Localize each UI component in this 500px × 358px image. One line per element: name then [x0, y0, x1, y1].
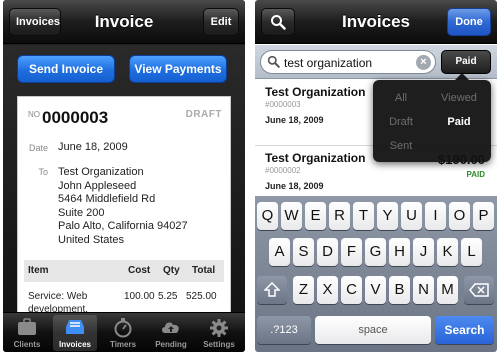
address-line: United States: [58, 233, 125, 246]
key-p[interactable]: P: [473, 202, 494, 230]
key-f[interactable]: F: [341, 238, 362, 266]
nav-bar: Invoices Invoice Edit: [3, 0, 245, 44]
column-header-cost: Cost: [128, 265, 151, 276]
items-table-header: Item Cost Qty Total: [24, 260, 224, 282]
filter-option-viewed[interactable]: Viewed: [431, 92, 487, 104]
status-badge: PAID: [466, 170, 485, 179]
invoice-number: #0000003: [265, 100, 301, 109]
to-label: To: [38, 167, 48, 177]
key-h[interactable]: H: [389, 238, 410, 266]
cloud-upload-icon: [162, 322, 179, 333]
key-j[interactable]: J: [413, 238, 434, 266]
invoice-number: 0000003: [42, 108, 109, 127]
invoice-date: June 18, 2009: [265, 115, 324, 125]
tab-settings[interactable]: Settings: [197, 315, 241, 351]
tab-clients[interactable]: Clients: [5, 315, 49, 351]
tab-label: Invoices: [58, 340, 91, 349]
tab-bar: Clients Invoices Timers Pending Settings: [3, 312, 245, 352]
search-query: test organization: [284, 56, 373, 70]
filter-option-draft[interactable]: Draft: [373, 116, 429, 128]
invoice-date: June 18, 2009: [265, 181, 324, 191]
to-address: Test Organization John Appleseed 5464 Mi…: [58, 166, 188, 247]
key-i[interactable]: I: [425, 202, 446, 230]
key-s[interactable]: S: [293, 238, 314, 266]
delete-key[interactable]: [464, 276, 494, 304]
done-button[interactable]: Done: [447, 8, 491, 36]
numbers-key[interactable]: .?123: [257, 316, 311, 344]
item-qty: 5.25: [158, 291, 178, 302]
shift-key[interactable]: [257, 276, 287, 304]
key-b[interactable]: B: [389, 276, 410, 304]
tab-label: Clients: [13, 340, 41, 349]
status-filter-button[interactable]: Paid: [441, 50, 491, 74]
key-n[interactable]: N: [413, 276, 434, 304]
delete-icon: [469, 283, 489, 297]
invoices-search-screen: Invoices Done test organization × Paid T…: [255, 0, 497, 352]
invoice-number-label: NO: [28, 110, 40, 119]
filter-option-paid[interactable]: Paid: [431, 116, 487, 128]
tab-label: Timers: [109, 340, 137, 349]
key-y[interactable]: Y: [377, 202, 398, 230]
key-k[interactable]: K: [437, 238, 458, 266]
tab-label: Pending: [155, 340, 187, 349]
key-l[interactable]: L: [461, 238, 482, 266]
view-payments-button[interactable]: View Payments: [129, 55, 227, 83]
date-label: Date: [28, 143, 48, 153]
key-z[interactable]: Z: [293, 276, 314, 304]
column-header-qty: Qty: [163, 265, 180, 276]
space-key[interactable]: space: [315, 316, 431, 344]
key-u[interactable]: U: [401, 202, 422, 230]
address-line: John Appleseed: [58, 179, 137, 192]
invoice-date: June 18, 2009: [58, 141, 128, 153]
filter-menu: All Viewed Draft Paid Sent: [373, 73, 491, 162]
briefcase-icon: [18, 318, 36, 335]
tab-invoices[interactable]: Invoices: [53, 315, 97, 351]
search-input[interactable]: test organization ×: [260, 50, 436, 74]
key-q[interactable]: Q: [257, 202, 278, 230]
filter-option-all[interactable]: All: [373, 92, 429, 104]
shift-icon: [263, 281, 281, 297]
key-t[interactable]: T: [353, 202, 374, 230]
search-key[interactable]: Search: [435, 316, 494, 344]
tab-label: Settings: [203, 340, 235, 349]
key-c[interactable]: C: [341, 276, 362, 304]
invoice-document[interactable]: NO 0000003 DRAFT Date June 18, 2009 To T…: [17, 96, 231, 326]
nav-bar: Invoices Done: [255, 0, 497, 44]
clear-icon[interactable]: ×: [416, 55, 431, 70]
key-x[interactable]: X: [317, 276, 338, 304]
stopwatch-icon: [114, 318, 132, 338]
client-name: Test Organization: [265, 85, 366, 99]
tab-pending[interactable]: Pending: [149, 315, 193, 351]
key-v[interactable]: V: [365, 276, 386, 304]
key-g[interactable]: G: [365, 238, 386, 266]
key-e[interactable]: E: [305, 202, 326, 230]
address-line: 5464 Middlefield Rd: [58, 193, 156, 205]
address-line: Test Organization: [58, 166, 144, 178]
gear-icon: [210, 319, 228, 337]
key-w[interactable]: W: [281, 202, 302, 230]
item-cost: 100.00: [124, 291, 155, 302]
invoice-content: Send Invoice View Payments NO 0000003 DR…: [3, 45, 245, 326]
key-r[interactable]: R: [329, 202, 350, 230]
invoice-tray-icon: [66, 320, 84, 334]
edit-button[interactable]: Edit: [203, 8, 239, 36]
key-o[interactable]: O: [449, 202, 470, 230]
key-a[interactable]: A: [269, 238, 290, 266]
address-line: Suite 200: [58, 206, 105, 219]
invoice-number: #0000002: [265, 166, 301, 175]
status-badge: DRAFT: [185, 109, 222, 120]
search-icon: [267, 55, 280, 68]
address-line: Palo Alto, California 94027: [58, 220, 188, 232]
column-header-item: Item: [28, 265, 49, 276]
keyboard: Q W E R T Y U I O P A S D F G H J K L Z …: [255, 196, 497, 352]
item-total: 525.00: [186, 291, 217, 302]
invoice-detail-screen: Invoices Invoice Edit Send Invoice View …: [3, 0, 245, 352]
key-m[interactable]: M: [437, 276, 458, 304]
key-d[interactable]: D: [317, 238, 338, 266]
filter-option-sent[interactable]: Sent: [373, 140, 429, 152]
column-header-total: Total: [192, 265, 216, 276]
tab-timers[interactable]: Timers: [101, 315, 145, 351]
send-invoice-button[interactable]: Send Invoice: [17, 55, 115, 83]
client-name: Test Organization: [265, 151, 366, 165]
